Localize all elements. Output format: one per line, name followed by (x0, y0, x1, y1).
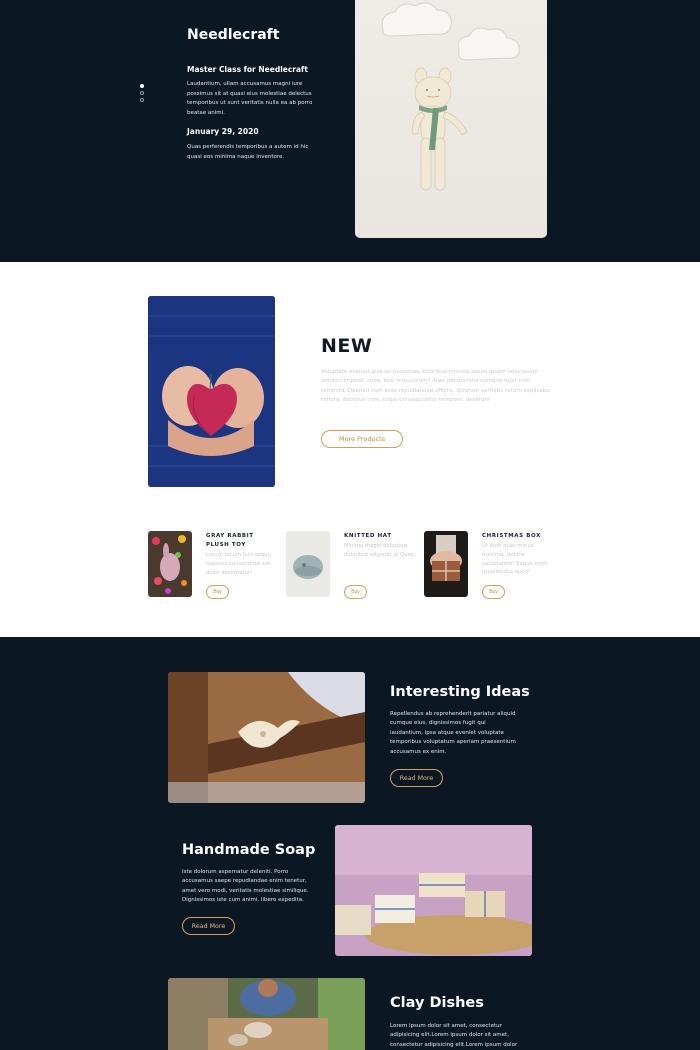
feature-paragraph: Lorem ipsum dolor sit amet, consectetur … (390, 1023, 518, 1048)
buy-button[interactable]: Buy (206, 585, 229, 599)
product-name: CHRISTMAS BOX (482, 533, 541, 539)
feature-paragraph: Repellendus ab reprehenderit pariatur al… (390, 711, 516, 755)
feature-title: Handmade Soap (182, 842, 316, 858)
product-card: GRAY RABBIT PLUSH TOY Lorum ho um lure s… (148, 531, 278, 599)
product-description: Minima magni doloribus doloribus eligend… (344, 543, 414, 558)
product-name: GRAY RABBIT PLUSH TOY (206, 533, 254, 549)
hero-title: Needlecraft (187, 27, 280, 43)
product-card: CHRISTMAS BOX Ut aum quas minus maxima, … (424, 531, 554, 599)
hero-paragraph: Laudantium, ullam accusamus magni iure p… (187, 81, 313, 116)
product-card: KNITTED HAT Minima magni doloribus dolor… (286, 531, 416, 599)
read-more-button[interactable]: Read More (390, 769, 443, 787)
knitted-heart-image (148, 296, 275, 487)
feature-title: Clay Dishes (390, 995, 484, 1011)
knitted-bunny-toy-image (355, 0, 547, 238)
feature-title: Interesting Ideas (390, 684, 530, 700)
new-products-section: NEW Voluptate eveniet ipsa ex molestiae … (0, 262, 700, 637)
buy-button[interactable]: Buy (344, 585, 367, 599)
hero-section: Needlecraft Master Class for Needlecraft… (0, 0, 700, 262)
read-more-button[interactable]: Read More (182, 917, 235, 935)
slider-dot-1[interactable] (140, 84, 144, 88)
product-image-christmas-box[interactable] (424, 531, 468, 597)
slider-dot-3[interactable] (140, 98, 144, 102)
product-image-rabbit[interactable] (148, 531, 192, 597)
new-title: NEW (321, 335, 373, 357)
product-description: Ut aum quas minus maxima, debitis volupt… (482, 543, 548, 576)
hero-date: January 29, 2020 (187, 127, 259, 136)
clay-dishes-image (168, 978, 365, 1050)
hero-subtitle: Master Class for Needlecraft (187, 65, 308, 74)
more-products-button[interactable]: More Products (321, 430, 403, 448)
handmade-soap-image (335, 825, 532, 956)
buy-button[interactable]: Buy (482, 585, 505, 599)
product-name: KNITTED HAT (344, 533, 392, 539)
product-image-hat[interactable] (286, 531, 330, 597)
hero-date-paragraph: Quas perferendis temporibus a autem id h… (187, 144, 309, 160)
slider-dots (140, 84, 145, 105)
product-description: Lorum ho um lure soqui, maiores consecte… (206, 552, 271, 576)
slider-dot-2[interactable] (140, 91, 144, 95)
new-paragraph: Voluptate eveniet ipsa ex molestiae dolo… (321, 369, 550, 403)
features-section: Interesting Ideas Repellendus ab reprehe… (0, 637, 700, 1050)
feature-paragraph: Iste dolorum aspernatur deleniti. Porro … (182, 869, 309, 904)
wooden-bird-image (168, 672, 365, 803)
